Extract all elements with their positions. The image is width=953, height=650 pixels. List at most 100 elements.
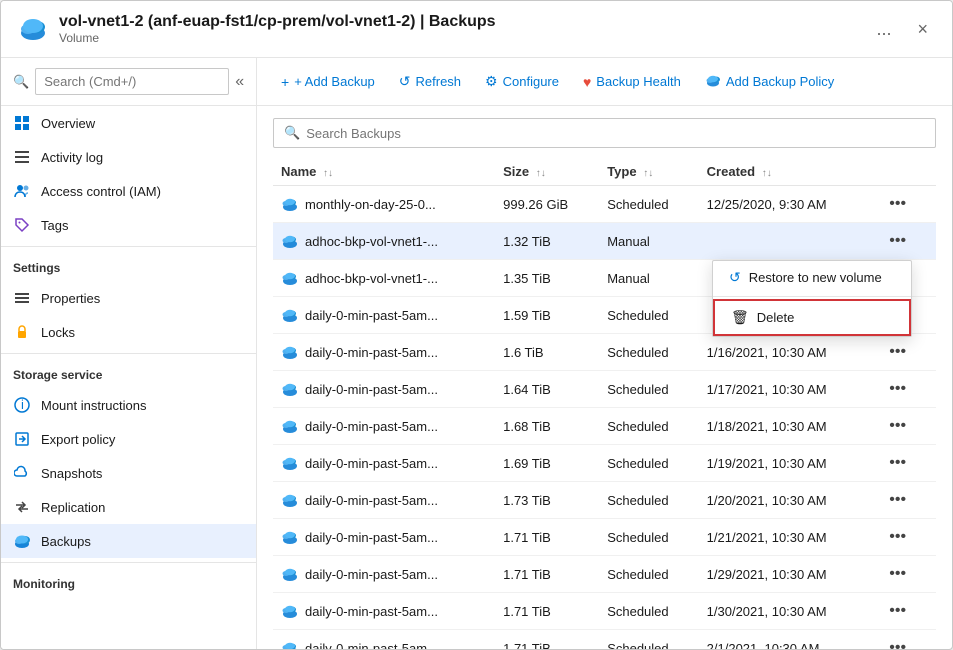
sidebar-item-tags[interactable]: Tags [1, 208, 256, 242]
sort-size-icon[interactable]: ↑↓ [536, 168, 546, 179]
col-header-type: Type ↑↓ [599, 158, 698, 186]
ellipsis-button[interactable]: ... [870, 17, 897, 42]
table-row: daily-0-min-past-5am... 1.73 TiB Schedul… [273, 482, 936, 519]
delete-menu-item[interactable]: 🗑 Delete [713, 299, 911, 336]
more-button[interactable]: ••• [881, 489, 914, 511]
refresh-button[interactable]: ↺ Refresh [391, 69, 469, 94]
row-cloud-icon [281, 602, 299, 620]
tag-icon [13, 216, 31, 234]
cell-size: 999.26 GiB [495, 186, 599, 223]
cloud-policy-icon [705, 72, 721, 91]
more-button[interactable]: ••• [881, 600, 914, 622]
search-icon: 🔍 [13, 74, 29, 90]
row-cloud-icon [281, 565, 299, 583]
sort-created-icon[interactable]: ↑↓ [762, 168, 772, 179]
sort-type-icon[interactable]: ↑↓ [643, 168, 653, 179]
search-input[interactable] [35, 68, 229, 95]
backup-health-button[interactable]: ♥ Backup Health [575, 70, 689, 94]
cell-size: 1.71 TiB [495, 593, 599, 630]
more-button[interactable]: ••• [881, 563, 914, 585]
table-row: daily-0-min-past-5am... 1.71 TiB Schedul… [273, 519, 936, 556]
cell-size: 1.64 TiB [495, 371, 599, 408]
cell-more: ••• [873, 593, 936, 630]
sidebar-item-replication[interactable]: Replication [1, 490, 256, 524]
sidebar-item-iam[interactable]: Access control (IAM) [1, 174, 256, 208]
more-button[interactable]: ••• [881, 230, 914, 252]
sidebar-item-backups[interactable]: Backups [1, 524, 256, 558]
sidebar-item-overview[interactable]: Overview [1, 106, 256, 140]
cell-type: Scheduled [599, 482, 698, 519]
cell-created: 1/17/2021, 10:30 AM [699, 371, 874, 408]
cell-more: ••• [873, 630, 936, 650]
sidebar-item-export[interactable]: Export policy [1, 422, 256, 456]
cell-more: ••• [873, 445, 936, 482]
heart-icon: ♥ [583, 74, 591, 90]
main-content: 🔍 « Overview Activity log Ac [1, 58, 952, 649]
refresh-icon: ↺ [399, 73, 411, 90]
more-button[interactable]: ••• [881, 378, 914, 400]
cell-type: Scheduled [599, 445, 698, 482]
search-backups-input[interactable] [306, 126, 925, 141]
more-button[interactable]: ••• [881, 526, 914, 548]
cell-type: Scheduled [599, 519, 698, 556]
cell-type: Scheduled [599, 371, 698, 408]
more-button[interactable]: ••• [881, 637, 914, 649]
cell-name: adhoc-bkp-vol-vnet1-... [273, 260, 495, 297]
title-text: vol-vnet1-2 (anf-euap-fst1/cp-prem/vol-v… [59, 13, 496, 45]
cell-created: 1/19/2021, 10:30 AM [699, 445, 874, 482]
cell-created: 1/30/2021, 10:30 AM [699, 593, 874, 630]
cell-type: Scheduled [599, 297, 698, 334]
cell-name: daily-0-min-past-5am... [273, 630, 495, 650]
cell-size: 1.71 TiB [495, 556, 599, 593]
add-backup-policy-button[interactable]: Add Backup Policy [697, 68, 842, 95]
cell-size: 1.73 TiB [495, 482, 599, 519]
page-subtitle: Volume [59, 31, 496, 45]
more-button[interactable]: ••• [881, 452, 914, 474]
table-row: daily-0-min-past-5am... 1.64 TiB Schedul… [273, 371, 936, 408]
cell-type: Scheduled [599, 334, 698, 371]
more-button[interactable]: ••• [881, 341, 914, 363]
cell-name: daily-0-min-past-5am... [273, 556, 495, 593]
row-cloud-icon [281, 639, 299, 649]
cell-type: Scheduled [599, 593, 698, 630]
grid-icon [13, 114, 31, 132]
close-button[interactable]: × [909, 17, 936, 42]
cell-created [699, 223, 874, 260]
cell-type: Scheduled [599, 556, 698, 593]
more-button[interactable]: ••• [881, 193, 914, 215]
row-cloud-icon [281, 491, 299, 509]
sidebar-item-mount[interactable]: i Mount instructions [1, 388, 256, 422]
cell-more: ••• [873, 556, 936, 593]
col-header-created: Created ↑↓ [699, 158, 874, 186]
collapse-button[interactable]: « [235, 73, 244, 91]
cell-type: Scheduled [599, 630, 698, 650]
add-backup-button[interactable]: + + Add Backup [273, 70, 383, 94]
sidebar-item-activity[interactable]: Activity log [1, 140, 256, 174]
restore-menu-item[interactable]: ↺ Restore to new volume [713, 261, 911, 294]
cell-name: monthly-on-day-25-0... [273, 186, 495, 223]
table-row: daily-0-min-past-5am... 1.71 TiB Schedul… [273, 630, 936, 650]
table-row: daily-0-min-past-5am... 1.68 TiB Schedul… [273, 408, 936, 445]
row-cloud-icon [281, 306, 299, 324]
table-row: daily-0-min-past-5am... 1.71 TiB Schedul… [273, 556, 936, 593]
sidebar-item-properties[interactable]: Properties [1, 281, 256, 315]
sidebar-label-activity: Activity log [41, 150, 103, 165]
row-cloud-icon [281, 417, 299, 435]
cell-name: adhoc-bkp-vol-vnet1-... [273, 223, 495, 260]
table-row: daily-0-min-past-5am... 1.6 TiB Schedule… [273, 334, 936, 371]
context-menu-divider [713, 296, 911, 297]
title-bar: vol-vnet1-2 (anf-euap-fst1/cp-prem/vol-v… [1, 1, 952, 58]
cell-name: daily-0-min-past-5am... [273, 445, 495, 482]
configure-button[interactable]: ⚙ Configure [477, 69, 567, 94]
sort-name-icon[interactable]: ↑↓ [323, 168, 333, 179]
cell-name: daily-0-min-past-5am... [273, 593, 495, 630]
sidebar-item-locks[interactable]: Locks [1, 315, 256, 349]
cell-size: 1.32 TiB [495, 223, 599, 260]
app-icon [17, 13, 49, 45]
sidebar-item-snapshots[interactable]: Snapshots [1, 456, 256, 490]
cell-size: 1.35 TiB [495, 260, 599, 297]
sidebar-label-snapshots: Snapshots [41, 466, 102, 481]
cell-type: Manual [599, 260, 698, 297]
more-button[interactable]: ••• [881, 415, 914, 437]
monitoring-section-label: Monitoring [1, 562, 256, 597]
